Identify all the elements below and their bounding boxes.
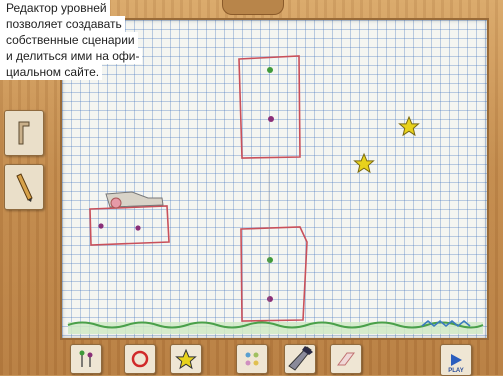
ring-tool-button[interactable] bbox=[124, 344, 156, 374]
caption-text: Редактор уровней позволяет создавать соб… bbox=[0, 0, 170, 80]
bottom-toolbar: PLAY bbox=[0, 340, 503, 376]
star-icon[interactable] bbox=[398, 115, 420, 137]
play-label: PLAY bbox=[448, 368, 464, 374]
green-dot bbox=[267, 67, 273, 73]
pencil-tool-button[interactable] bbox=[4, 110, 44, 156]
caption-line: позволяет создавать bbox=[0, 16, 125, 32]
pencil-tool-icon bbox=[18, 121, 30, 145]
ring-tool-icon bbox=[131, 350, 149, 368]
brush-icon bbox=[288, 346, 313, 371]
star-icon[interactable] bbox=[353, 152, 375, 174]
purple-dot bbox=[267, 296, 273, 302]
palette-button[interactable] bbox=[236, 344, 268, 374]
caption-line: и делиться ими на офи- bbox=[0, 48, 143, 64]
grass-ground bbox=[67, 319, 484, 334]
pin-tool-icon bbox=[79, 350, 93, 367]
caption-line: Редактор уровней bbox=[0, 0, 110, 16]
pin-tool-button[interactable] bbox=[70, 344, 102, 374]
top-handle[interactable] bbox=[222, 0, 284, 15]
purple-dot bbox=[98, 223, 104, 229]
star-tool-button[interactable] bbox=[170, 344, 202, 374]
pencil-draw-icon bbox=[16, 173, 33, 202]
star-tool-icon bbox=[175, 348, 197, 370]
play-icon bbox=[451, 354, 462, 366]
play-button[interactable]: PLAY bbox=[440, 344, 472, 376]
side-toolbar bbox=[4, 110, 44, 218]
green-dot bbox=[267, 257, 273, 263]
cannon-object[interactable] bbox=[105, 191, 164, 209]
caption-line: собственные сценарии bbox=[0, 32, 138, 48]
purple-dot bbox=[268, 116, 274, 122]
brush-button[interactable] bbox=[284, 344, 316, 374]
palette-icon bbox=[245, 352, 259, 366]
pencil-draw-button[interactable] bbox=[4, 164, 44, 210]
eraser-icon bbox=[337, 352, 355, 366]
caption-line: циальном сайте. bbox=[0, 64, 103, 80]
purple-dot bbox=[135, 225, 141, 231]
eraser-button[interactable] bbox=[330, 344, 362, 374]
drawn-rectangle-bottom[interactable] bbox=[240, 226, 308, 322]
